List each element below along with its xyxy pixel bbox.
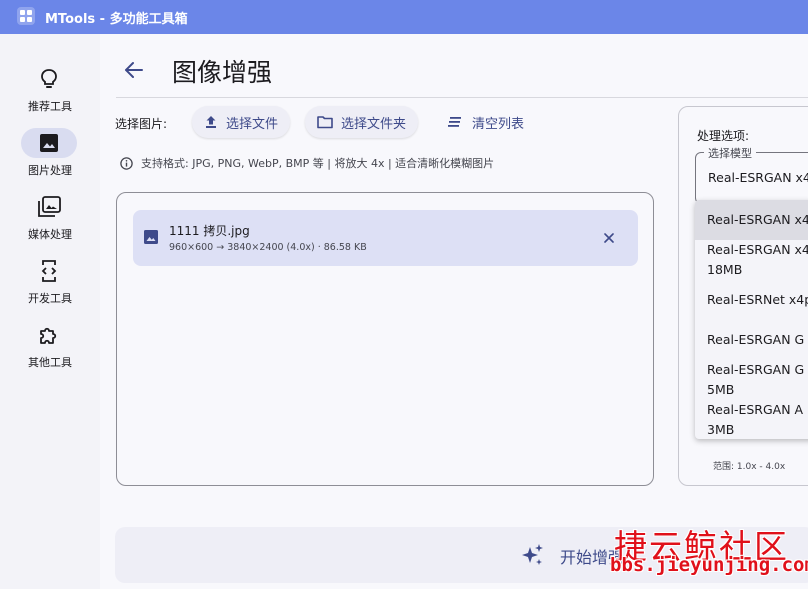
header-divider (116, 97, 808, 98)
sidebar-item-other[interactable]: 其他工具 (0, 320, 100, 380)
model-select[interactable]: 选择模型 Real-ESRGAN x4 (695, 145, 808, 204)
select-images-label: 选择图片: (115, 117, 168, 131)
format-info: 支持格式: JPG, PNG, WebP, BMP 等 | 将放大 4x | 适… (120, 155, 494, 171)
page-title: 图像增强 (172, 58, 273, 87)
upload-icon (206, 116, 216, 128)
nav-pill (21, 320, 77, 350)
watermark-url: bbs.jieyunjing.com (610, 554, 808, 576)
back-button[interactable] (120, 56, 148, 84)
nav-pill (21, 128, 77, 158)
dropdown-option-detail: 18MB (707, 262, 743, 277)
dropdown-option[interactable]: Real-ESRGAN x4 18MB (695, 240, 808, 284)
nav-pill (21, 64, 77, 94)
dropdown-option[interactable]: Real-ESRGAN G (695, 330, 808, 360)
close-icon (604, 233, 614, 243)
select-folder-button[interactable]: 选择文件夹 (305, 106, 419, 138)
watermark: 捷云鲸社区 bbs.jieyunjing.com (600, 520, 808, 589)
select-file-button[interactable]: 选择文件 (192, 106, 291, 138)
sidebar-item-label: 图片处理 (28, 164, 72, 177)
dropdown-option[interactable]: Real-ESRGAN x4 (695, 200, 808, 240)
extension-icon (40, 327, 57, 344)
sidebar-item-media[interactable]: 媒体处理 (0, 192, 100, 252)
nav-pill (21, 256, 77, 286)
arrow-back-icon (125, 62, 143, 78)
clear-list-label: 清空列表 (472, 116, 525, 132)
sidebar-item-label: 其他工具 (28, 356, 72, 369)
lightbulb-icon (41, 69, 57, 88)
file-name: 1111 拷贝.jpg (169, 224, 250, 238)
options-label: 处理选项: (697, 129, 750, 143)
nav-pill (21, 192, 77, 222)
sidebar: 推荐工具 图片处理 媒体处理 开发工具 其他工具 (0, 34, 100, 589)
select-folder-label: 选择文件夹 (341, 116, 407, 132)
developer-mode-icon (41, 260, 57, 282)
auto-awesome-icon (522, 544, 543, 565)
dropdown-option-label: Real-ESRGAN G (707, 362, 805, 377)
file-item[interactable]: 1111 拷贝.jpg 960×600 → 3840×2400 (4.0x) ·… (133, 210, 638, 266)
sidebar-item-dev[interactable]: 开发工具 (0, 256, 100, 316)
dropdown-option-label: Real-ESRNet x4p (707, 292, 808, 307)
sidebar-item-recommended[interactable]: 推荐工具 (0, 64, 100, 124)
dropdown-option[interactable]: Real-ESRGAN G 5MB (695, 360, 808, 400)
image-icon (40, 134, 58, 152)
sidebar-item-label: 推荐工具 (28, 100, 72, 113)
folder-icon (317, 116, 333, 129)
sidebar-item-image[interactable]: 图片处理 (0, 128, 100, 188)
dropdown-option-label: Real-ESRGAN x4 (707, 242, 808, 257)
app-title: MTools - 多功能工具箱 (45, 12, 188, 27)
model-dropdown-menu: Real-ESRGAN x4 Real-ESRGAN x4 18MB Real-… (695, 200, 808, 439)
title-bar: MTools - 多功能工具箱 (0, 0, 808, 34)
dropdown-option-label: Real-ESRGAN A (707, 402, 804, 417)
sidebar-item-label: 媒体处理 (28, 228, 72, 241)
clear-list-button[interactable]: 清空列表 (442, 106, 530, 138)
photo-library-icon (38, 196, 61, 217)
clear-all-icon (448, 117, 461, 127)
dropdown-option-detail: 5MB (707, 382, 735, 397)
model-select-legend: 选择模型 (704, 145, 756, 161)
sidebar-item-label: 开发工具 (28, 292, 72, 305)
select-file-label: 选择文件 (226, 116, 279, 132)
scale-range-hint: 范围: 1.0x - 4.0x (713, 462, 786, 472)
dropdown-option-label: Real-ESRGAN G (707, 332, 805, 347)
image-file-icon (144, 230, 158, 244)
dropdown-option[interactable]: Real-ESRGAN A 3MB (695, 400, 808, 439)
model-select-value: Real-ESRGAN x4 (708, 170, 808, 185)
format-info-text: 支持格式: JPG, PNG, WebP, BMP 等 | 将放大 4x | 适… (141, 157, 495, 170)
remove-file-button[interactable] (600, 229, 618, 247)
info-icon (120, 156, 133, 170)
dropdown-option[interactable]: Real-ESRNet x4p (695, 290, 808, 330)
app-logo-icon (17, 7, 35, 25)
file-meta: 960×600 → 3840×2400 (4.0x) · 86.58 KB (169, 242, 367, 253)
dropdown-option-detail: 3MB (707, 422, 735, 437)
file-list: 1111 拷贝.jpg 960×600 → 3840×2400 (4.0x) ·… (116, 192, 654, 486)
dropdown-option-label: Real-ESRGAN x4 (707, 212, 808, 227)
